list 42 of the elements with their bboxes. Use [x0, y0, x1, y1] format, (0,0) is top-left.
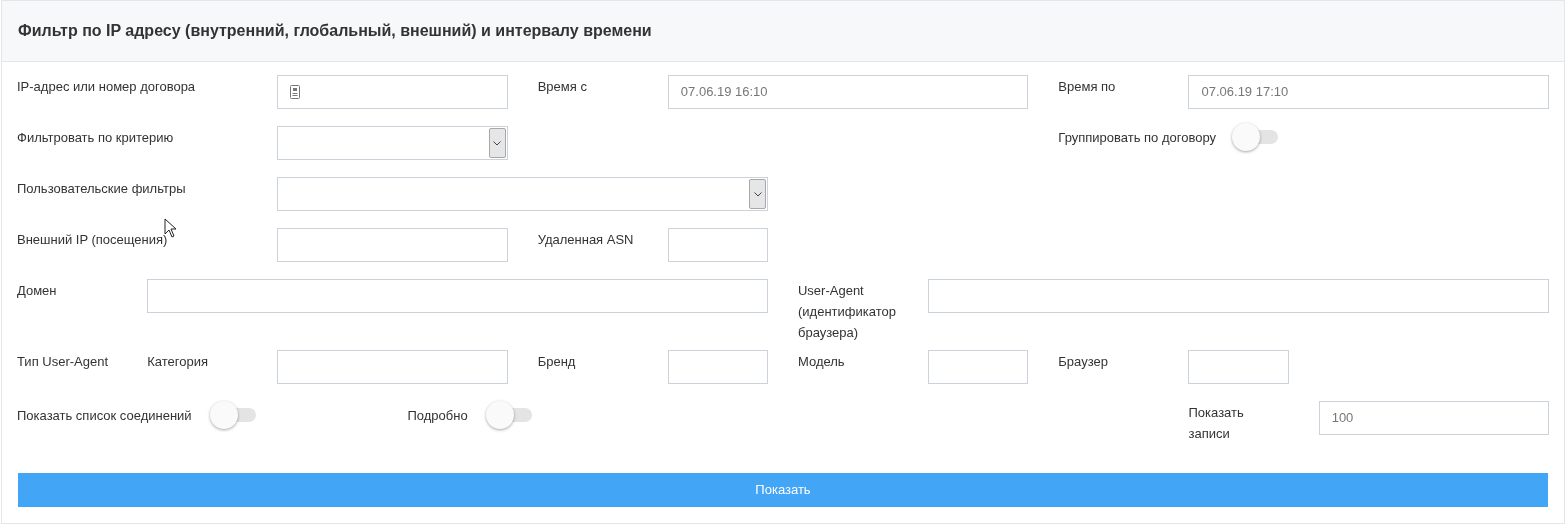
field-label: Тип User-Agent [17, 353, 110, 371]
input-field[interactable]: 07.06.19 17:10 [1188, 75, 1549, 109]
toggle-switch[interactable] [485, 401, 532, 429]
field-label: Домен [17, 282, 58, 300]
input-field[interactable] [667, 350, 768, 384]
field-label: Группировать по договору [1058, 129, 1217, 147]
input-field[interactable]: 07.06.19 16:10 [667, 75, 1029, 109]
contact-card-icon [290, 85, 301, 99]
field-label: Время по [1058, 78, 1117, 96]
select-field[interactable] [277, 126, 508, 160]
field-label: Категория [147, 353, 209, 371]
field-label: Подробно [407, 407, 468, 425]
field-label: User-Agent (идентификатор браузера) [798, 282, 897, 342]
input-field[interactable] [277, 75, 508, 109]
field-label: Показать список соединений [17, 407, 192, 425]
input-field[interactable] [1188, 350, 1289, 384]
submit-button[interactable]: Показать [18, 473, 1548, 507]
field-label: Фильтровать по критерию [17, 129, 175, 147]
input-field[interactable] [277, 350, 508, 384]
input-field[interactable] [277, 228, 508, 262]
chevron-icon [753, 191, 762, 197]
field-label: Время с [537, 78, 588, 96]
field-label: Показать записи [1188, 404, 1245, 443]
field-label: Браузер [1058, 353, 1109, 371]
field-label: IP-адрес или номер договора [17, 78, 197, 96]
input-field[interactable] [928, 350, 1029, 384]
input-field[interactable]: 100 [1318, 401, 1549, 435]
field-label: Модель [798, 353, 846, 371]
input-field[interactable] [147, 279, 768, 313]
chevron-icon [493, 140, 502, 146]
field-label: Бренд [537, 353, 577, 371]
select-field[interactable] [277, 177, 768, 211]
toggle-switch[interactable] [1232, 123, 1279, 151]
dropdown-button[interactable] [488, 128, 506, 158]
field-label: Удаленная ASN [537, 231, 635, 249]
field-label: Внешний IP (посещения) [17, 231, 169, 249]
card-title: Фильтр по IP адресу (внутренний, глобальный, внешний) и интервалу времени [18, 21, 652, 41]
input-field[interactable] [928, 279, 1549, 313]
toggle-switch[interactable] [209, 401, 256, 429]
field-label: Пользовательские фильтры [17, 180, 187, 198]
input-field[interactable] [667, 228, 768, 262]
dropdown-button[interactable] [749, 179, 766, 209]
